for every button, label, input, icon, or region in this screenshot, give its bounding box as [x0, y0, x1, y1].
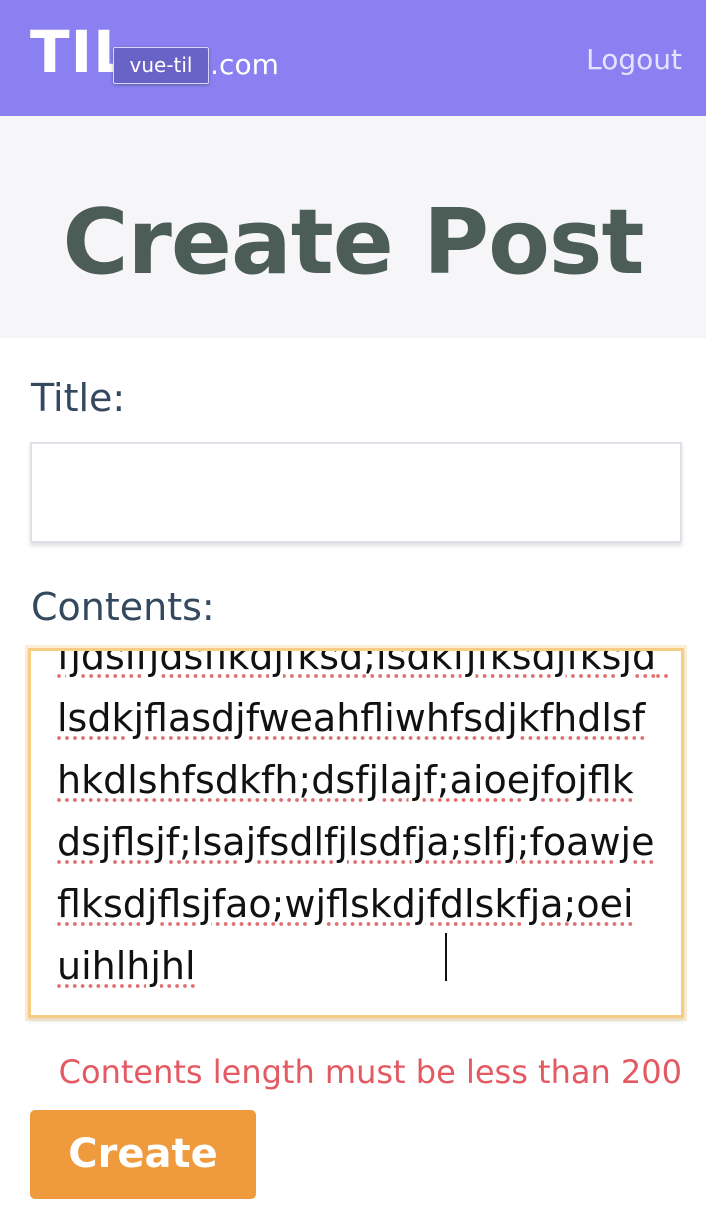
tooltip: vue-til [113, 47, 209, 84]
page-title: Create Post [62, 190, 645, 295]
page-title-band: Create Post [0, 116, 706, 338]
title-input[interactable] [30, 442, 682, 543]
contents-text: fjdslfjdsflkdjfksd;lsdkfjfksdjfksjd lsdk… [57, 648, 669, 988]
app-header: TIL a.com vue-til Logout [0, 0, 706, 116]
error-message: Contents length must be less than 200 [58, 1053, 682, 1091]
title-label: Title: [31, 376, 126, 420]
contents-textarea[interactable]: fjdslfjdsflkdjfksd;lsdkfjfksdjfksjd lsdk… [28, 648, 684, 1018]
create-post-form: Title: Contents: fjdslfjdsflkdjfksd;lsdk… [0, 338, 706, 1222]
text-caret [445, 933, 447, 981]
contents-label: Contents: [31, 585, 215, 629]
logout-link[interactable]: Logout [586, 42, 682, 78]
create-button[interactable]: Create [30, 1110, 256, 1199]
